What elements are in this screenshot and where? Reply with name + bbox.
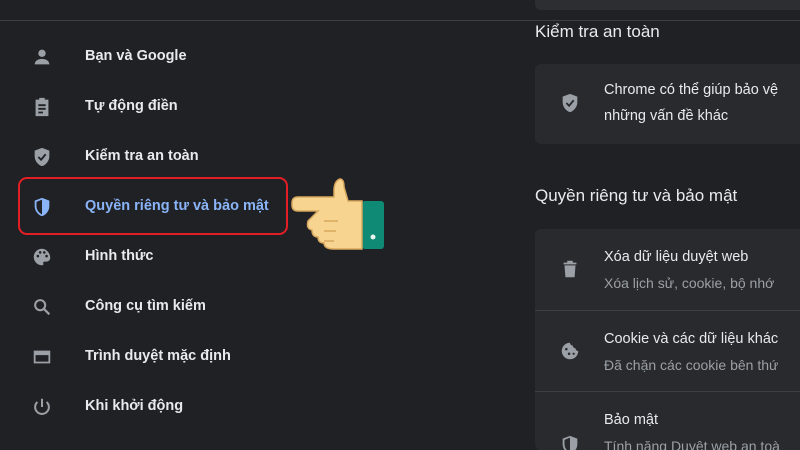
sidebar-item-default-browser[interactable]: Trình duyệt mặc định bbox=[0, 332, 300, 382]
sidebar-item-you-and-google[interactable]: Bạn và Google bbox=[0, 32, 300, 82]
safety-check-description-line1: Chrome có thể giúp bảo vệ bbox=[604, 82, 779, 98]
sidebar-item-label: Hình thức bbox=[85, 248, 154, 264]
trash-icon bbox=[559, 258, 581, 280]
palette-icon bbox=[30, 245, 54, 269]
clear-browsing-data-row[interactable]: Xóa dữ liệu duyệt web Xóa lịch sử, cooki… bbox=[535, 229, 800, 309]
browser-window-icon bbox=[30, 345, 54, 369]
safety-check-description-line2: những vấn đề khác bbox=[604, 108, 729, 124]
safety-check-card[interactable]: Chrome có thể giúp bảo vệ những vấn đề k… bbox=[535, 64, 800, 144]
sidebar-item-safety-check[interactable]: Kiểm tra an toàn bbox=[0, 132, 300, 182]
top-bar bbox=[0, 0, 800, 21]
row-title: Bảo mật bbox=[604, 412, 658, 428]
sidebar-item-label: Kiểm tra an toàn bbox=[85, 148, 199, 164]
shield-half-icon bbox=[559, 434, 581, 450]
sidebar-item-appearance[interactable]: Hình thức bbox=[0, 232, 300, 282]
row-subtitle: Đã chặn các cookie bên thứ bbox=[604, 357, 779, 373]
sidebar-item-autofill[interactable]: Tự động điền bbox=[0, 82, 300, 132]
row-subtitle: Xóa lịch sử, cookie, bộ nhớ bbox=[604, 275, 775, 291]
search-icon bbox=[30, 295, 54, 319]
shield-check-icon bbox=[30, 145, 54, 169]
safety-check-title: Kiểm tra an toàn bbox=[535, 22, 660, 41]
sidebar-item-label: Tự động điền bbox=[85, 98, 178, 114]
sidebar-item-label: Bạn và Google bbox=[85, 48, 187, 64]
sidebar-item-label: Trình duyệt mặc định bbox=[85, 348, 231, 364]
sidebar-item-label: Công cụ tìm kiếm bbox=[85, 298, 206, 314]
sidebar-item-search-engine[interactable]: Công cụ tìm kiếm bbox=[0, 282, 300, 332]
row-title: Cookie và các dữ liệu khác bbox=[604, 331, 779, 347]
row-title: Xóa dữ liệu duyệt web bbox=[604, 249, 749, 265]
cookie-icon bbox=[559, 340, 581, 362]
privacy-card: Xóa dữ liệu duyệt web Xóa lịch sử, cooki… bbox=[535, 229, 800, 450]
person-icon bbox=[30, 45, 54, 69]
security-row[interactable]: Bảo mật Tính năng Duyệt web an toà bbox=[535, 391, 800, 450]
row-subtitle: Tính năng Duyệt web an toà bbox=[604, 438, 780, 450]
sidebar-item-label: Khi khởi động bbox=[85, 398, 184, 414]
pointing-hand-icon bbox=[291, 178, 384, 250]
cookies-row[interactable]: Cookie và các dữ liệu khác Đã chặn các c… bbox=[535, 310, 800, 391]
power-icon bbox=[30, 395, 54, 419]
search-bar-stub[interactable] bbox=[535, 0, 800, 10]
shield-check-icon bbox=[559, 92, 581, 114]
clipboard-icon bbox=[30, 95, 54, 119]
highlight-annotation-box bbox=[18, 177, 288, 235]
sidebar-item-on-startup[interactable]: Khi khởi động bbox=[0, 382, 300, 432]
privacy-section-title: Quyền riêng tư và bảo mật bbox=[535, 186, 738, 205]
